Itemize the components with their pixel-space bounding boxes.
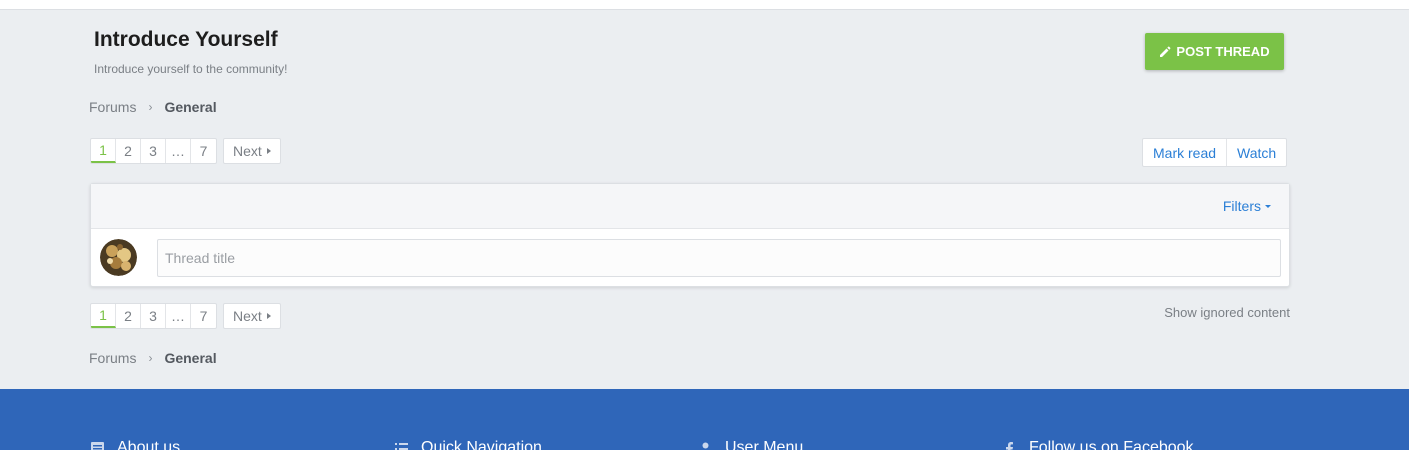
footer-quick-navigation-label: Quick Navigation — [421, 439, 542, 450]
page-link[interactable]: 1 — [91, 304, 116, 328]
page-numbers: 1 2 3 … 7 — [90, 303, 217, 329]
footer-quick-navigation: Quick Navigation — [394, 439, 542, 450]
breadcrumb-separator: › — [148, 351, 153, 365]
page-numbers: 1 2 3 … 7 — [90, 138, 217, 164]
avatar-image — [100, 239, 137, 276]
breadcrumb-separator: › — [148, 100, 153, 114]
footer-about-us-label: About us — [117, 439, 181, 450]
thread-list-panel: Filters — [90, 183, 1290, 287]
user-icon — [702, 442, 709, 450]
page-link[interactable]: 7 — [191, 304, 216, 328]
breadcrumb-general[interactable]: General — [164, 350, 216, 366]
footer-about-us: About us — [90, 439, 180, 450]
filters-button[interactable]: Filters — [1223, 198, 1271, 214]
breadcrumb: Forums › General — [89, 99, 217, 115]
breadcrumb-forums[interactable]: Forums — [89, 350, 136, 366]
page-link[interactable]: 3 — [141, 304, 166, 328]
caret-right-icon — [266, 148, 271, 154]
pagination-bottom: 1 2 3 … 7 Next — [90, 303, 281, 329]
post-thread-button[interactable]: POST THREAD — [1145, 33, 1284, 70]
page-title: Introduce Yourself — [94, 28, 278, 51]
page-link[interactable]: 7 — [191, 139, 216, 163]
footer-follow-facebook: Follow us on Facebook — [1002, 439, 1194, 450]
footer-user-menu-label: User Menu — [725, 439, 804, 450]
top-bar — [0, 0, 1409, 10]
avatar[interactable] — [100, 239, 137, 276]
next-label: Next — [233, 143, 262, 159]
forum-actions: Mark read Watch — [1142, 138, 1288, 167]
pagination: 1 2 3 … 7 Next — [90, 138, 281, 164]
next-page-button[interactable]: Next — [223, 138, 281, 164]
thread-list-header: Filters — [91, 184, 1289, 229]
caret-down-icon — [1265, 204, 1271, 208]
breadcrumb-bottom: Forums › General — [89, 350, 217, 366]
caret-right-icon — [266, 313, 271, 319]
mark-read-button[interactable]: Mark read — [1143, 139, 1226, 166]
breadcrumb-forums[interactable]: Forums — [89, 99, 136, 115]
page-link[interactable]: 2 — [116, 139, 141, 163]
footer-user-menu: User Menu — [698, 439, 803, 450]
page-link[interactable]: 3 — [141, 139, 166, 163]
page-link[interactable]: 2 — [116, 304, 141, 328]
footer: About us Quick Navigation User Menu Foll… — [0, 389, 1409, 450]
filters-label: Filters — [1222, 198, 1261, 214]
thread-title-input[interactable] — [157, 239, 1281, 277]
page-jump-ellipsis[interactable]: … — [166, 139, 191, 163]
page-link[interactable]: 1 — [91, 139, 116, 163]
next-page-button[interactable]: Next — [223, 303, 281, 329]
next-label: Next — [233, 308, 262, 324]
facebook-icon — [1006, 441, 1013, 450]
breadcrumb-general[interactable]: General — [164, 99, 216, 115]
pencil-icon — [1160, 46, 1171, 57]
show-ignored-content-link[interactable]: Show ignored content — [1164, 305, 1290, 320]
document-icon — [91, 441, 104, 450]
footer-follow-facebook-label: Follow us on Facebook — [1029, 439, 1194, 450]
page-jump-ellipsis[interactable]: … — [166, 304, 191, 328]
list-icon — [395, 442, 408, 450]
post-thread-label: POST THREAD — [1176, 44, 1270, 59]
page-description: Introduce yourself to the community! — [94, 62, 288, 76]
watch-button[interactable]: Watch — [1226, 139, 1286, 166]
